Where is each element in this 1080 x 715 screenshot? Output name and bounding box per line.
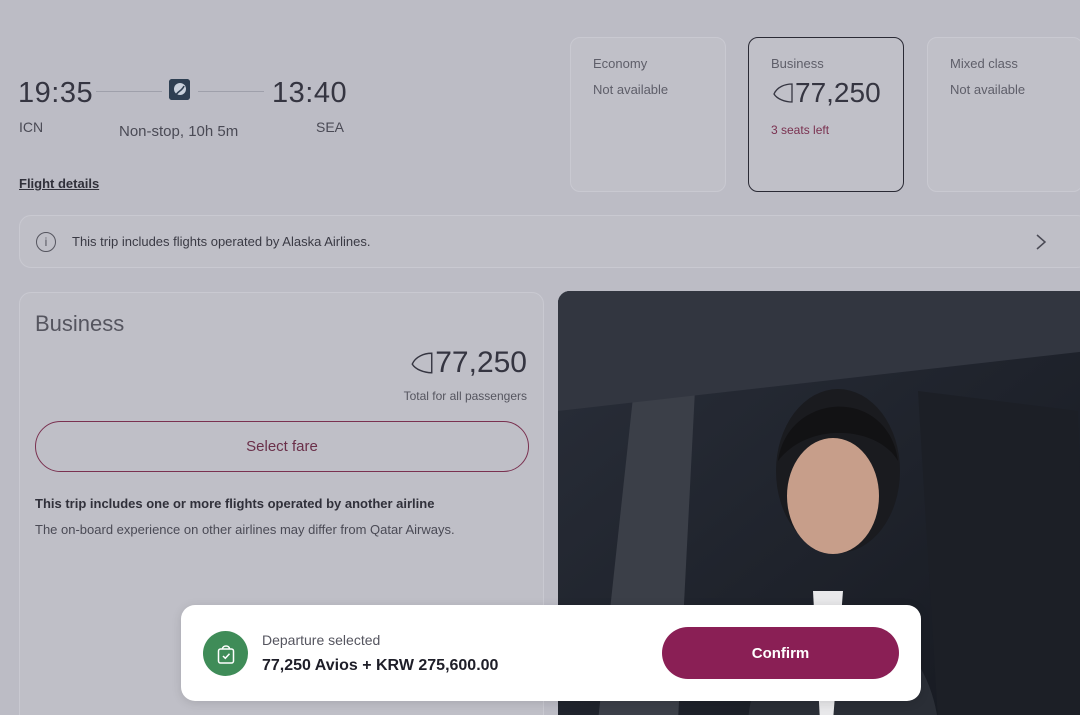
avios-icon: [773, 83, 793, 103]
fare-title: Business: [35, 311, 125, 336]
shopping-bag-check-icon: [203, 631, 248, 676]
seats-left-label: 3 seats left: [771, 123, 830, 137]
route-line-left: [96, 91, 162, 92]
flight-details-link[interactable]: Flight details: [19, 176, 99, 191]
confirm-button[interactable]: Confirm: [662, 627, 899, 679]
cabin-price-value: 77,250: [795, 77, 881, 108]
destination-code: SEA: [316, 119, 345, 135]
cabin-status: Not available: [593, 82, 669, 97]
cabin-name: Business: [771, 56, 824, 71]
flight-selection-page: 19:35 ICN 13:40 SEA Non-stop, 10h 5m Fli…: [0, 0, 1080, 715]
select-fare-button[interactable]: Select fare: [35, 421, 529, 472]
other-airline-notice-text: The on-board experience on other airline…: [35, 522, 455, 537]
cabin-card-mixed-class: Mixed class Not available: [927, 37, 1080, 192]
departure-time: 19:35: [18, 77, 94, 109]
fare-price: 77,250: [409, 346, 527, 380]
fare-price-value: 77,250: [435, 346, 527, 379]
other-airline-notice-title: This trip includes one or more flights o…: [35, 496, 435, 511]
cabin-card-economy: Economy Not available: [570, 37, 726, 192]
fare-total-label: Total for all passengers: [403, 389, 527, 403]
route-line-right: [198, 91, 264, 92]
info-icon: i: [36, 231, 56, 252]
chevron-right-icon: [1036, 234, 1047, 250]
origin-code: ICN: [19, 119, 44, 135]
cabin-name: Mixed class: [950, 56, 1018, 71]
selection-total: 77,250 Avios + KRW 275,600.00: [262, 657, 499, 674]
flight-duration: Non-stop, 10h 5m: [119, 123, 239, 140]
cabin-status: Not available: [950, 82, 1026, 97]
operated-by-text: This trip includes flights operated by A…: [72, 234, 371, 249]
cabin-card-business[interactable]: Business 77,250 3 seats left: [748, 37, 904, 192]
avios-icon: [411, 352, 433, 374]
cabin-name: Economy: [593, 56, 648, 71]
arrival-time: 13:40: [272, 77, 348, 109]
selection-label: Departure selected: [262, 632, 381, 648]
airline-logo-icon: [169, 79, 190, 100]
cabin-price: 77,250: [771, 77, 881, 109]
operated-by-banner[interactable]: i This trip includes flights operated by…: [19, 215, 1080, 268]
departure-selected-bar: Departure selected 77,250 Avios + KRW 27…: [181, 605, 921, 701]
